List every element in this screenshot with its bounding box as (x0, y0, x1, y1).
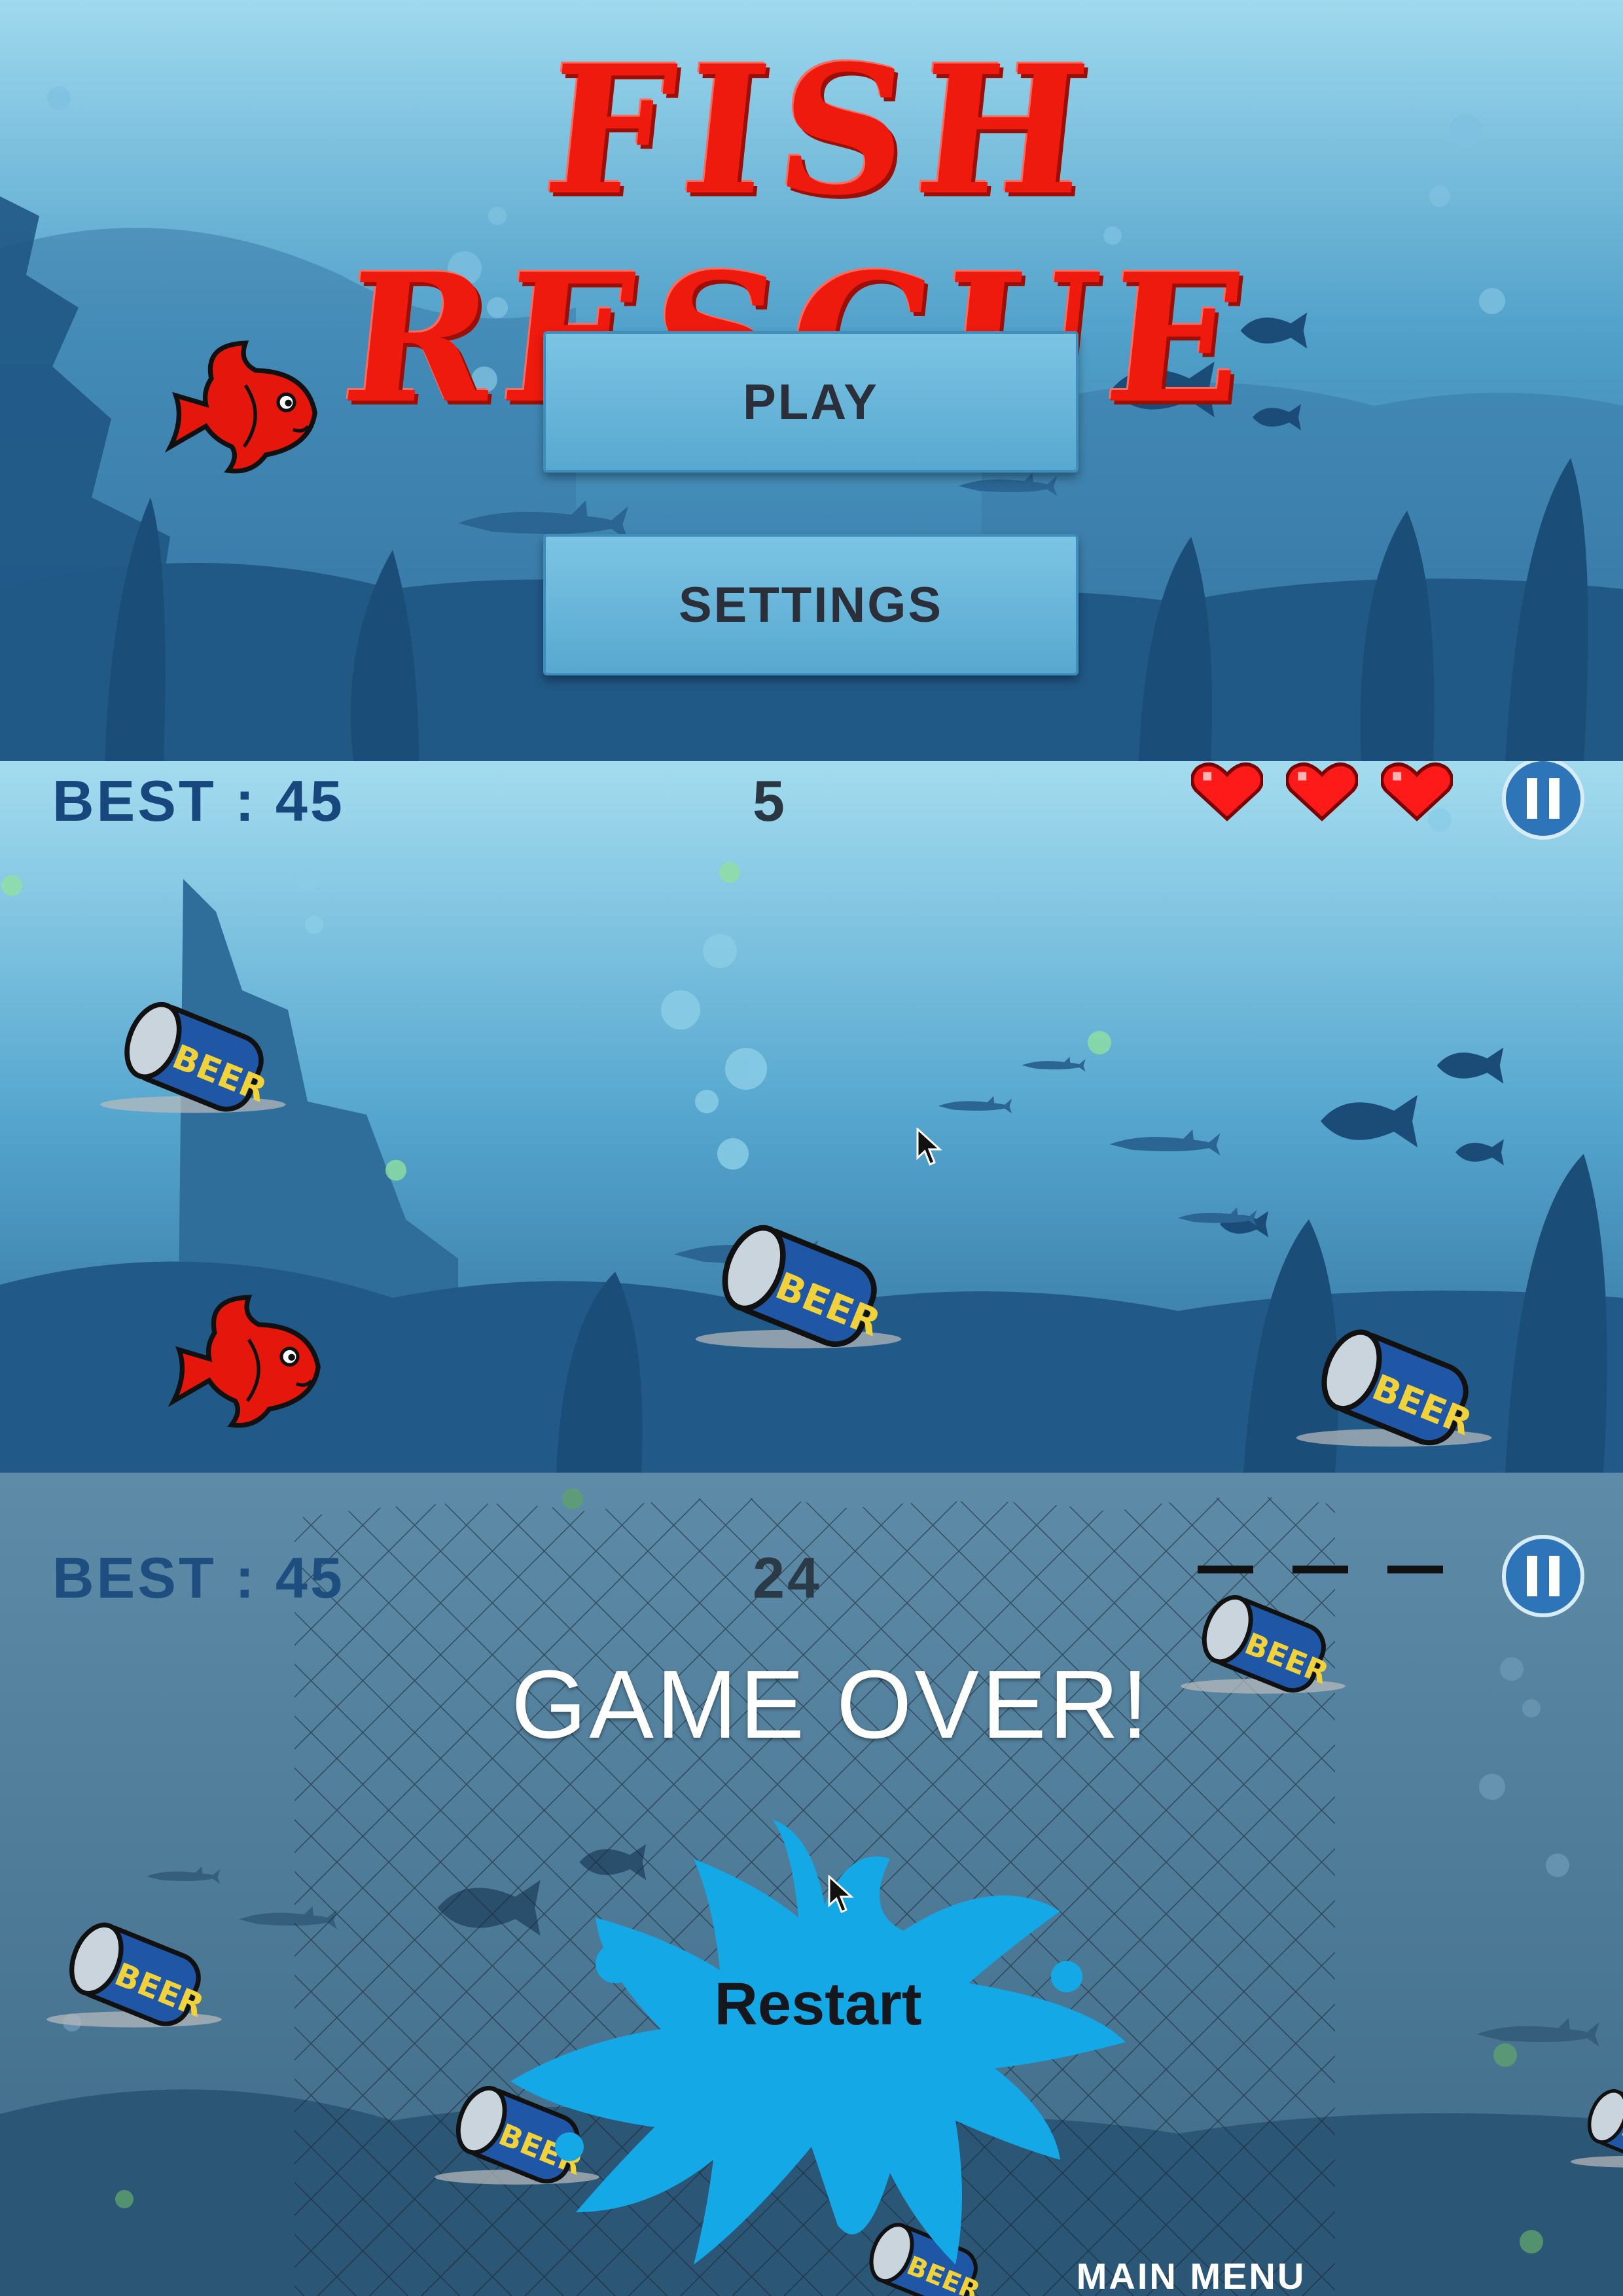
main-menu-screen: FISH RESCUE PLAY SETTINGS (0, 0, 1623, 761)
game-over-screen: BEST : 45 24 GAME OVER! Restart MAIN MEN… (0, 1473, 1623, 2296)
red-fish-icon (167, 1285, 330, 1435)
main-menu-button[interactable]: MAIN MENU (1047, 2255, 1335, 2296)
can-icon (98, 997, 288, 1115)
red-fish-icon (164, 331, 327, 481)
best-score: BEST : 45 (52, 1545, 345, 1610)
gameplay-screen: BEST : 45 5 (0, 761, 1623, 1473)
can-icon (1289, 1324, 1499, 1448)
current-score: 5 (753, 768, 787, 833)
can-icon (1571, 2081, 1623, 2173)
restart-button[interactable]: Restart (654, 1970, 982, 2039)
heart-icon (1191, 761, 1263, 821)
heart-icon (1381, 761, 1453, 821)
game-over-title: GAME OVER! (511, 1651, 1151, 1759)
pause-icon (1521, 778, 1565, 819)
pause-icon (1521, 1556, 1565, 1596)
splash-icon[interactable] (497, 1806, 1139, 2284)
pause-button[interactable] (1502, 1535, 1584, 1617)
settings-button[interactable]: SETTINGS (543, 534, 1079, 675)
cursor-icon (828, 1875, 853, 1913)
play-button[interactable]: PLAY (543, 331, 1079, 473)
can-icon (46, 1918, 223, 2029)
heart-icon (1286, 761, 1358, 821)
can-icon (681, 1219, 916, 1350)
empty-lives-indicator (1198, 1566, 1443, 1573)
best-score: BEST : 45 (52, 768, 345, 833)
current-score: 24 (753, 1545, 822, 1610)
cursor-icon (916, 1128, 941, 1166)
